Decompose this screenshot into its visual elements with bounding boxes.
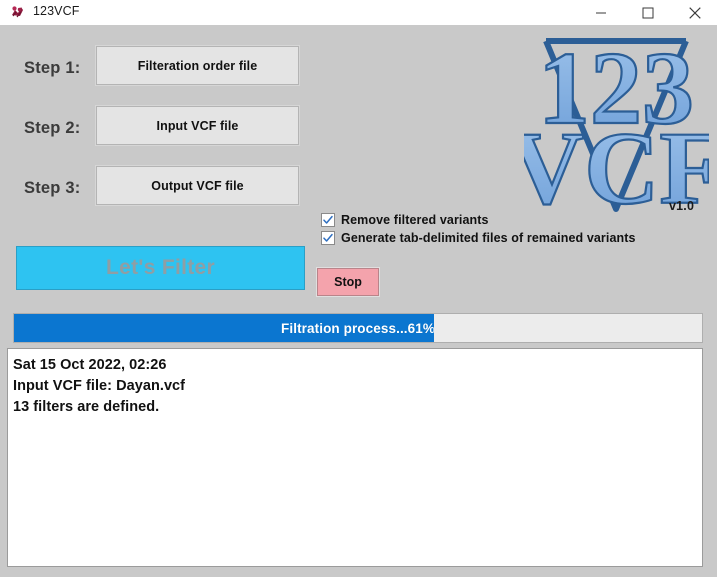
minimize-icon[interactable] (578, 0, 624, 25)
app-icon (9, 4, 26, 21)
close-icon[interactable] (672, 0, 717, 25)
checkbox-label: Generate tab-delimited files of remained… (341, 231, 636, 245)
lets-filter-button[interactable]: Let's Filter (16, 246, 305, 290)
log-output[interactable]: Sat 15 Oct 2022, 02:26 Input VCF file: D… (7, 348, 703, 567)
client-area: Step 1: Filteration order file Step 2: I… (0, 25, 717, 577)
checkbox-remove-filtered-variants[interactable]: Remove filtered variants (321, 213, 489, 227)
step-2-label: Step 2: (24, 119, 81, 137)
svg-text:123: 123 (538, 31, 694, 146)
version-label: v1.0 (669, 199, 695, 213)
step-3-label: Step 3: (24, 179, 81, 197)
step-1-label: Step 1: (24, 59, 81, 77)
log-line: Sat 15 Oct 2022, 02:26 (13, 357, 167, 373)
title-bar: 123VCF (0, 0, 717, 26)
maximize-icon[interactable] (625, 0, 671, 25)
output-vcf-file-button[interactable]: Output VCF file (96, 166, 299, 205)
check-icon (323, 233, 333, 242)
check-icon (323, 215, 333, 224)
checkbox-label: Remove filtered variants (341, 213, 489, 227)
application-window: 123VCF Step 1: Filteration order file St… (0, 0, 717, 577)
progress-bar: Filtration process...61% Filtration proc… (13, 313, 703, 343)
log-line: 13 filters are defined. (13, 399, 160, 415)
checkbox-box[interactable] (321, 213, 335, 227)
checkbox-box[interactable] (321, 231, 335, 245)
filteration-order-file-button[interactable]: Filteration order file (96, 46, 299, 85)
app-logo: 123 VCF (508, 27, 717, 227)
log-line: Input VCF file: Dayan.vcf (13, 378, 186, 394)
window-title: 123VCF (33, 4, 80, 18)
checkbox-generate-tab-delimited-files[interactable]: Generate tab-delimited files of remained… (321, 231, 636, 245)
input-vcf-file-button[interactable]: Input VCF file (96, 106, 299, 145)
stop-button[interactable]: Stop (317, 268, 379, 296)
